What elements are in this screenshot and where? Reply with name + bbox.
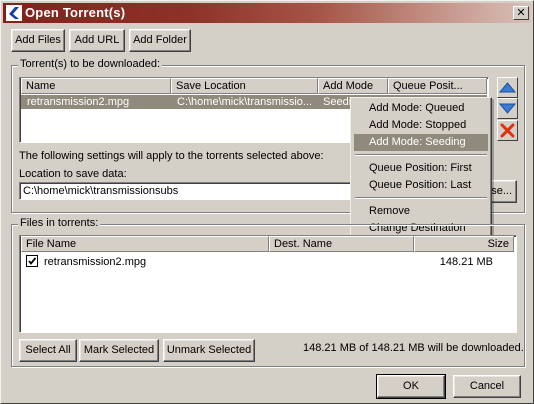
remove-x-icon [500, 123, 515, 138]
close-button[interactable]: ✕ [513, 6, 529, 20]
torrent-save-location: C:\home\mick\transmissio... [177, 96, 313, 108]
move-up-button[interactable] [497, 77, 518, 98]
menu-item-add-mode-stopped[interactable]: Add Mode: Stopped [354, 117, 488, 134]
remove-torrent-button[interactable] [497, 120, 518, 141]
cancel-button[interactable]: Cancel [453, 375, 521, 398]
select-all-button[interactable]: Select All [19, 339, 77, 362]
mark-selected-button[interactable]: Mark Selected [79, 339, 159, 362]
torrents-group-label: Torrent(s) to be downloaded: [18, 58, 163, 70]
transmission-app-icon [6, 5, 22, 21]
menu-item-remove[interactable]: Remove [354, 203, 488, 220]
settings-note: The following settings will apply to the… [19, 150, 324, 162]
column-header-file-name[interactable]: File Name [21, 236, 269, 252]
column-header-name[interactable]: Name [21, 78, 171, 94]
add-url-button[interactable]: Add URL [69, 29, 125, 52]
download-summary: 148.21 MB of 148.21 MB will be downloade… [303, 342, 524, 354]
menu-separator [355, 197, 487, 199]
title-bar[interactable]: Open Torrent(s) ✕ [3, 3, 531, 23]
table-row[interactable]: retransmission2.mpg 148.21 MB [21, 255, 515, 269]
arrow-up-icon [498, 82, 517, 93]
column-header-save-location[interactable]: Save Location [171, 78, 318, 94]
torrent-name: retransmission2.mpg [27, 96, 130, 108]
unmark-selected-button[interactable]: Unmark Selected [163, 339, 255, 362]
location-label: Location to save data: [19, 168, 127, 180]
menu-item-queue-first[interactable]: Queue Position: First [354, 160, 488, 177]
file-checkbox[interactable] [26, 255, 38, 267]
menu-item-queue-last[interactable]: Queue Position: Last [354, 177, 488, 194]
move-down-button[interactable] [497, 98, 518, 119]
add-mode-context-menu: Add Mode: Queued Add Mode: Stopped Add M… [350, 97, 492, 242]
window-title: Open Torrent(s) [25, 5, 126, 20]
column-header-queue-position[interactable]: Queue Posit... [388, 78, 487, 94]
open-torrents-dialog: Open Torrent(s) ✕ Add Files Add URL Add … [0, 0, 534, 404]
files-group-label: Files in torrents: [18, 217, 101, 229]
arrow-down-icon [498, 103, 517, 114]
ok-button[interactable]: OK [376, 374, 446, 399]
menu-separator [355, 154, 487, 156]
add-folder-button[interactable]: Add Folder [129, 29, 191, 52]
column-header-add-mode[interactable]: Add Mode [318, 78, 388, 94]
checkmark-icon [28, 257, 37, 265]
add-files-button[interactable]: Add Files [11, 29, 65, 52]
files-list[interactable]: File Name Dest. Name Size retransmission… [19, 235, 517, 333]
file-size: 148.21 MB [439, 256, 493, 268]
close-icon: ✕ [516, 7, 526, 19]
file-name: retransmission2.mpg [44, 256, 147, 268]
column-header-dest-name[interactable]: Dest. Name [269, 236, 414, 252]
menu-item-add-mode-seeding[interactable]: Add Mode: Seeding [354, 134, 488, 151]
menu-item-add-mode-queued[interactable]: Add Mode: Queued [354, 100, 488, 117]
column-header-size[interactable]: Size [414, 236, 514, 252]
